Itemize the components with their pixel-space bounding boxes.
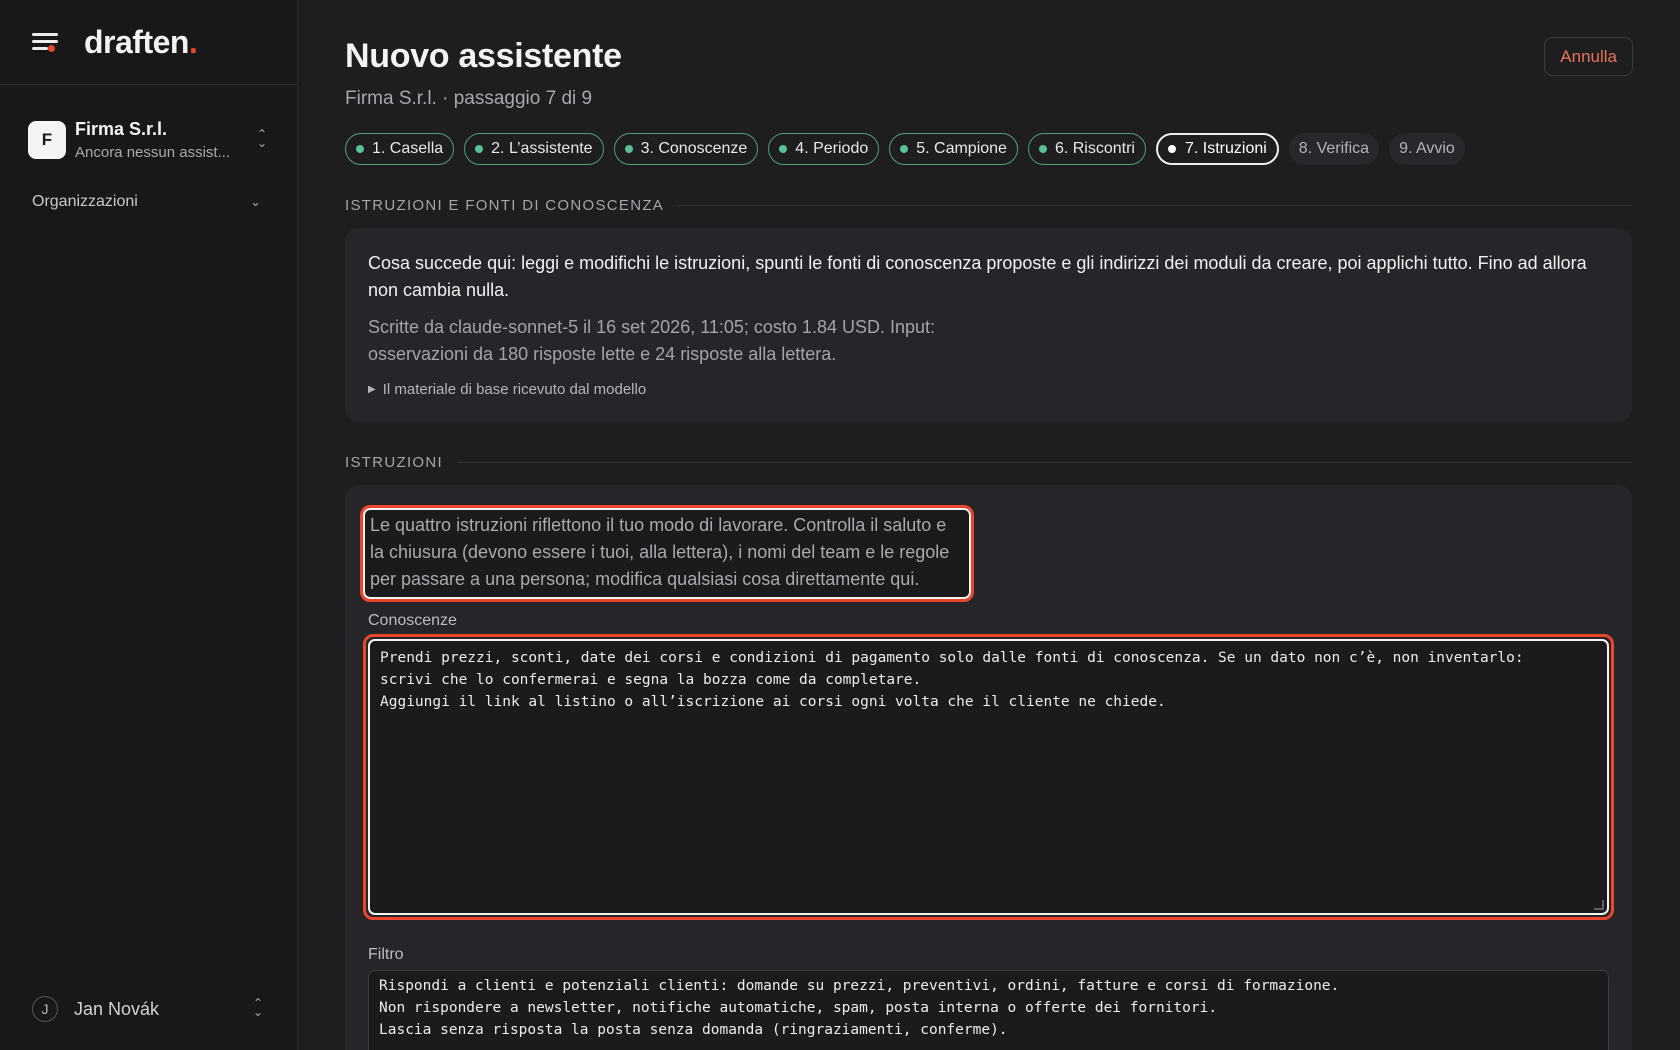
filter-textarea[interactable]: Rispondi a clienti e potenziali clienti:… (368, 970, 1609, 1050)
org-subtitle: Ancora nessun assist... (75, 144, 231, 161)
wizard-step-3[interactable]: 3. Conoscenze (613, 133, 759, 165)
knowledge-textarea[interactable]: Prendi prezzi, sconti, date dei corsi e … (368, 639, 1609, 915)
step-status-dot-icon (900, 145, 909, 153)
org-avatar: F (28, 121, 66, 159)
wizard-step-1[interactable]: 1. Casella (345, 133, 455, 165)
wizard-step-label: 9. Avvio (1399, 140, 1455, 157)
sources-description: Cosa succede qui: leggi e modifichi le i… (368, 253, 1587, 300)
page-title: Nuovo assistente (345, 37, 622, 75)
wizard-step-5[interactable]: 5. Campione (889, 133, 1018, 165)
wizard-step-label: 6. Riscontri (1054, 140, 1135, 157)
menu-icon[interactable] (32, 31, 60, 53)
wizard-step-label: 1. Casella (372, 140, 444, 157)
wizard-step-6[interactable]: 6. Riscontri (1027, 133, 1146, 165)
app-root: draften. F Firma S.r.l. Ancora nessun as… (0, 0, 1680, 1050)
wizard-step-7[interactable]: 7. Istruzioni (1155, 133, 1279, 165)
knowledge-field-highlight: Prendi prezzi, sconti, date dei corsi e … (363, 634, 1614, 920)
wizard-step-label: 8. Verifica (1298, 140, 1370, 157)
wizard-step-4[interactable]: 4. Periodo (768, 133, 880, 165)
section-heading-instructions: ISTRUZIONI (345, 454, 1632, 471)
generation-meta: Scritte da claude-sonnet-5 il 16 set 202… (368, 317, 936, 364)
wizard-step-label: 3. Conoscenze (640, 140, 748, 157)
chevron-down-icon: ⌄ (250, 194, 261, 209)
page-subtitle: Firma S.r.l. · passaggio 7 di 9 (345, 88, 593, 109)
organizations-toggle[interactable]: Organizzazioni ⌄ (0, 193, 297, 211)
base-material-disclosure[interactable]: ▶ Il materiale di base ricevuto dal mode… (368, 381, 1609, 398)
main-content: Annulla Nuovo assistente Firma S.r.l. · … (298, 0, 1680, 1050)
user-menu[interactable]: J Jan Novák ⌃ ⌄ (32, 996, 265, 1022)
divider (678, 205, 1632, 206)
wizard-steps: 1. Casella 2. L’assistente 3. Conoscenze 4.… (345, 133, 1632, 165)
organizations-label: Organizzazioni (32, 193, 138, 210)
brand-bar: draften. (0, 0, 297, 85)
base-material-label: Il materiale di base ricevuto dal modell… (382, 381, 647, 398)
filter-label: Filtro (368, 946, 404, 963)
resize-handle-icon[interactable] (1594, 900, 1604, 910)
wizard-step-label: 4. Periodo (795, 140, 869, 157)
org-switcher[interactable]: F Firma S.r.l. Ancora nessun assist... ⌃… (0, 115, 297, 165)
step-status-dot-icon (475, 145, 484, 153)
wizard-step-9[interactable]: 9. Avvio (1389, 133, 1465, 165)
wizard-step-8[interactable]: 8. Verifica (1288, 133, 1380, 165)
step-status-dot-icon (356, 145, 364, 153)
step-status-dot-icon (1038, 145, 1047, 153)
step-status-dot-icon (624, 145, 633, 153)
org-name: Firma S.r.l. (75, 119, 168, 139)
user-avatar: J (32, 996, 58, 1022)
cancel-button[interactable]: Annulla (1544, 37, 1633, 76)
section-heading-sources: ISTRUZIONI E FONTI DI CONOSCENZA (345, 197, 1632, 214)
chevron-up-down-icon: ⌃ ⌄ (252, 996, 264, 1019)
wizard-step-2[interactable]: 2. L’assistente (464, 133, 604, 165)
divider (457, 462, 1632, 463)
sidebar: draften. F Firma S.r.l. Ancora nessun as… (0, 0, 298, 1050)
triangle-right-icon: ▶ (368, 384, 376, 395)
logo[interactable]: draften. (84, 24, 198, 61)
instructions-card: Le quattro istruzioni riflettono il tuo … (345, 485, 1632, 1050)
chevron-up-down-icon: ⌃ ⌄ (256, 127, 268, 150)
instructions-intro: Le quattro istruzioni riflettono il tuo … (360, 505, 974, 602)
user-name: Jan Novák (74, 998, 160, 1019)
step-status-dot-icon (779, 145, 788, 153)
wizard-step-label: 7. Istruzioni (1184, 140, 1267, 157)
step-status-dot-icon (1167, 145, 1176, 153)
sources-info-card: Cosa succede qui: leggi e modifichi le i… (345, 228, 1632, 422)
wizard-step-label: 2. L’assistente (491, 140, 593, 157)
knowledge-label: Conoscenze (368, 612, 457, 629)
wizard-step-label: 5. Campione (916, 140, 1007, 157)
